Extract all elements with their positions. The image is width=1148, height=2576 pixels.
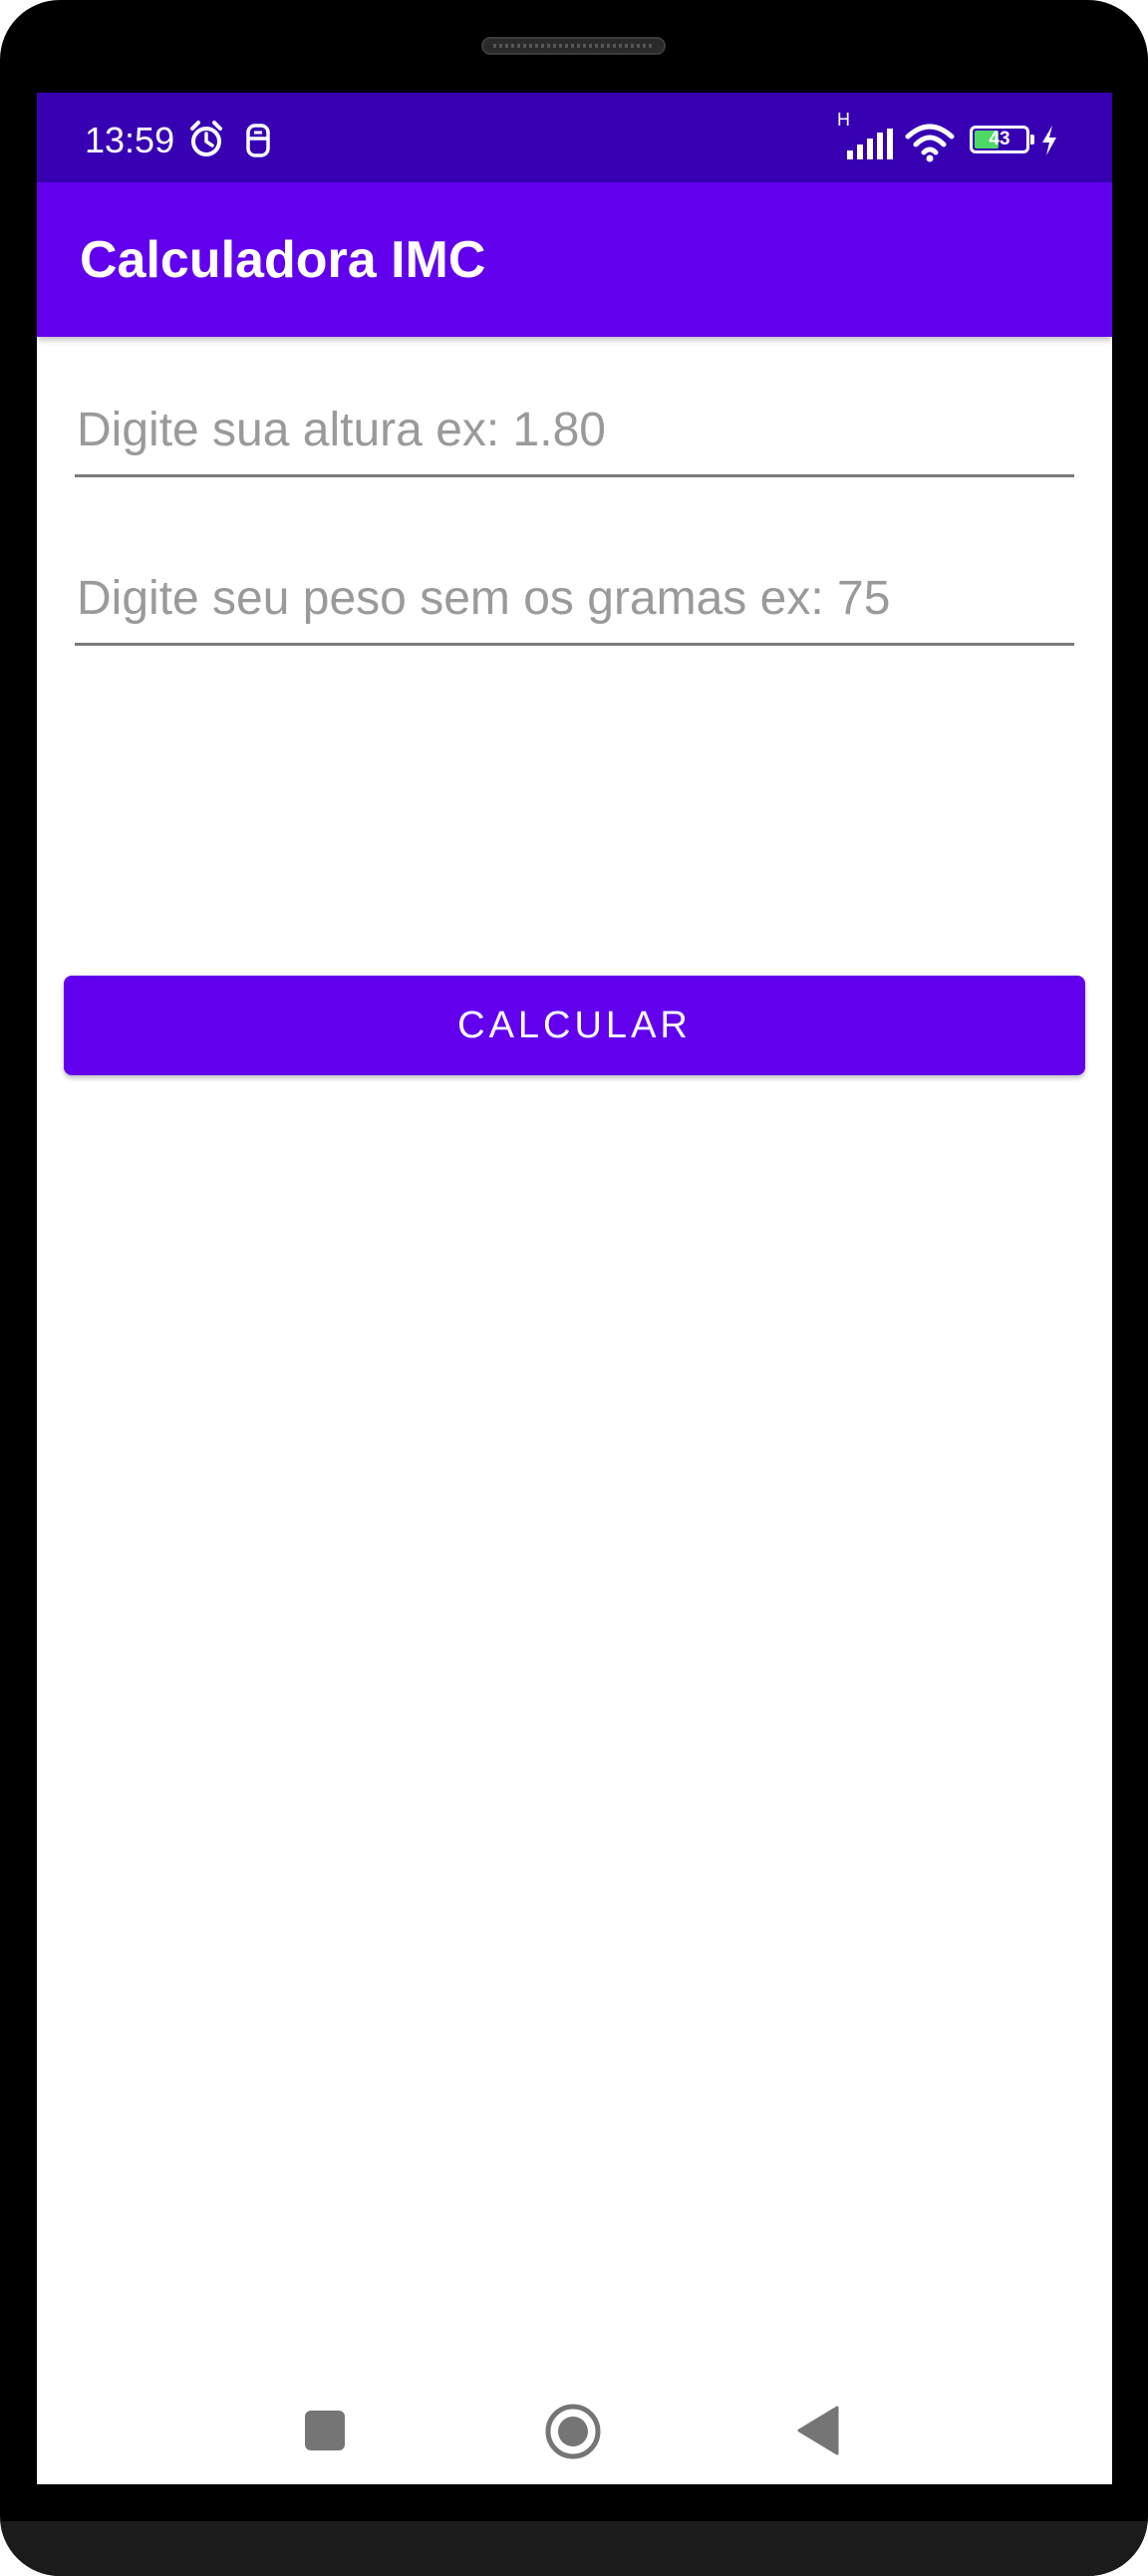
app-bar: Calculadora IMC	[37, 182, 1112, 337]
battery-icon: 43	[970, 126, 1034, 153]
phone-frame: 13:59 H 43 Calculadora IMC Digite sua al…	[0, 0, 1148, 2576]
app-title: Calculadora IMC	[80, 231, 486, 289]
weight-input[interactable]	[75, 556, 1078, 641]
status-bar: 13:59 H 43	[37, 93, 1112, 182]
alarm-icon	[190, 121, 222, 156]
signal-icon	[847, 129, 893, 159]
calculate-button[interactable]: CALCULAR	[64, 976, 1085, 1075]
charging-icon	[1042, 126, 1056, 155]
wifi-icon	[905, 124, 955, 162]
height-input[interactable]	[75, 388, 1078, 472]
earpiece-speaker	[481, 37, 666, 55]
status-time: 13:59	[85, 120, 175, 160]
back-icon[interactable]	[795, 2406, 841, 2455]
weight-field	[75, 556, 1078, 646]
home-icon[interactable]	[544, 2403, 602, 2460]
notification-icon	[246, 124, 270, 157]
recents-icon[interactable]	[304, 2410, 346, 2451]
navigation-bar	[37, 2375, 1112, 2484]
height-field	[75, 388, 1078, 477]
network-type-label: H	[837, 110, 850, 130]
bottom-bezel	[0, 2521, 1148, 2576]
battery-level: 43	[989, 129, 1010, 149]
screen: 13:59 H 43 Calculadora IMC Digite sua al…	[37, 93, 1112, 2484]
